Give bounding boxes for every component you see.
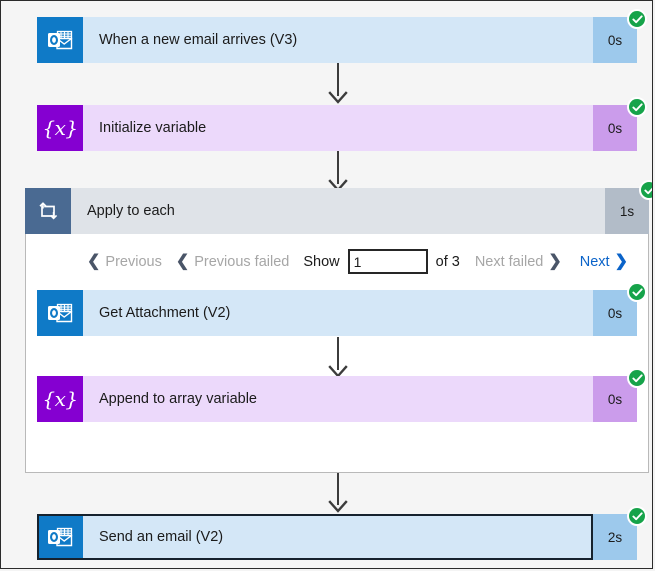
status-badge-succeeded <box>627 97 647 117</box>
variable-glyph: {x} <box>42 387 78 411</box>
pager-next-failed-button[interactable]: Next failed ❯ <box>474 252 562 270</box>
action-title: Append to array variable <box>83 376 593 422</box>
connector-arrow <box>325 473 351 515</box>
action-card-apply-to-each[interactable]: Apply to each 1s <box>25 188 649 234</box>
action-title: When a new email arrives (V3) <box>83 17 593 63</box>
status-badge-succeeded <box>639 180 652 200</box>
action-card-append-to-array-variable[interactable]: {x} Append to array variable 0s <box>37 376 637 422</box>
action-title: Get Attachment (V2) <box>83 290 593 336</box>
chevron-left-icon: ❮ <box>87 252 101 270</box>
outlook-icon <box>37 514 83 560</box>
connector-arrow <box>325 337 351 379</box>
pager-previous-button[interactable]: ❮ Previous <box>87 252 162 270</box>
pager-next-failed-label: Next failed <box>474 253 544 270</box>
chevron-left-icon: ❮ <box>175 252 190 270</box>
pager-next-label: Next <box>579 253 610 270</box>
variable-icon: {x} <box>37 105 83 151</box>
action-card-initialize-variable[interactable]: {x} Initialize variable 0s <box>37 105 637 151</box>
chevron-right-icon: ❯ <box>548 252 562 270</box>
outlook-icon <box>37 17 83 63</box>
status-badge-succeeded <box>627 368 647 388</box>
status-badge-succeeded <box>627 9 647 29</box>
status-badge-succeeded <box>627 506 647 526</box>
loop-iteration-pager: ❮ Previous ❮ Previous failed Show of 3 N… <box>87 249 628 274</box>
variable-icon: {x} <box>37 376 83 422</box>
flow-run-canvas: When a new email arrives (V3) 0s {x} Ini… <box>0 0 653 569</box>
outlook-icon <box>37 290 83 336</box>
action-title: Initialize variable <box>83 105 593 151</box>
action-title: Apply to each <box>71 188 605 234</box>
action-card-trigger-email[interactable]: When a new email arrives (V3) 0s <box>37 17 637 63</box>
pager-show-label: Show <box>303 253 340 270</box>
pager-next-button[interactable]: Next ❯ <box>579 252 628 270</box>
pager-previous-failed-button[interactable]: ❮ Previous failed <box>175 252 290 270</box>
pager-previous-failed-label: Previous failed <box>194 253 290 270</box>
loop-icon <box>25 188 71 234</box>
action-card-send-an-email[interactable]: Send an email (V2) 2s <box>37 514 637 560</box>
action-card-get-attachment[interactable]: Get Attachment (V2) 0s <box>37 290 637 336</box>
pager-page-input[interactable] <box>347 249 428 274</box>
chevron-right-icon: ❯ <box>614 252 628 270</box>
pager-of-total-label: of 3 <box>435 253 460 270</box>
variable-glyph: {x} <box>42 116 78 140</box>
connector-arrow <box>325 151 351 193</box>
pager-previous-label: Previous <box>105 253 162 270</box>
connector-arrow <box>325 63 351 105</box>
status-badge-succeeded <box>627 282 647 302</box>
action-title: Send an email (V2) <box>83 514 593 560</box>
